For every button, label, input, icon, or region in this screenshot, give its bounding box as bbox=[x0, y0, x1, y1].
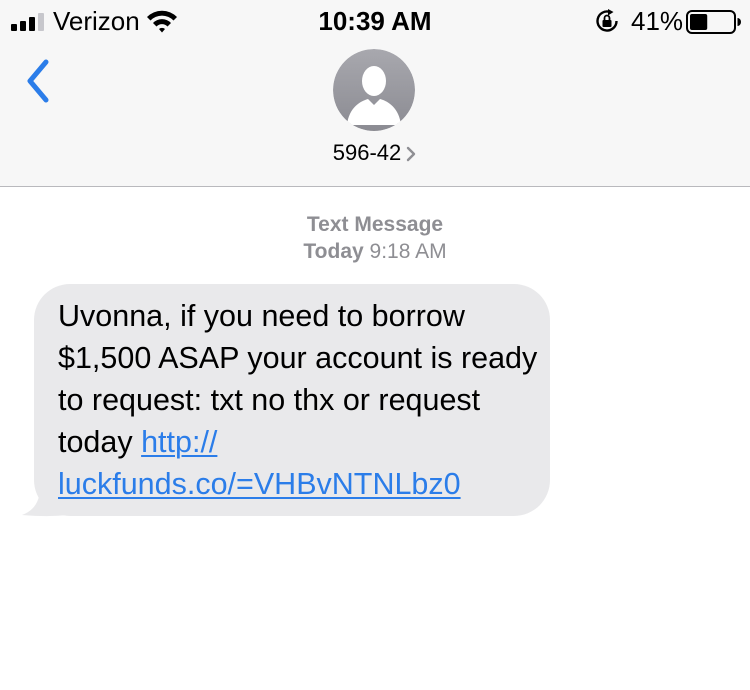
navigation-header: Verizon 10:39 AM 41% 596-42 bbox=[0, 0, 750, 187]
message-link-part1: http:// bbox=[141, 425, 218, 459]
status-bar: Verizon 10:39 AM 41% bbox=[0, 0, 750, 40]
message-text: Uvonna, if you need to borrow $1,500 ASA… bbox=[58, 295, 544, 505]
timestamp-time: 9:18 AM bbox=[369, 240, 447, 263]
battery-percentage: 41% bbox=[631, 6, 684, 36]
chevron-right-icon bbox=[407, 146, 416, 162]
back-chevron-icon[interactable] bbox=[22, 56, 56, 106]
contact-name-button[interactable]: 596-42 bbox=[0, 139, 750, 167]
timestamp-day: Today bbox=[303, 240, 364, 263]
message-body: Uvonna, if you need to borrow $1,500 ASA… bbox=[58, 299, 538, 459]
person-silhouette-icon bbox=[333, 49, 415, 131]
battery-icon bbox=[686, 10, 741, 34]
message-timestamp: Today 9:18 AM bbox=[0, 239, 750, 265]
rotation-lock-icon bbox=[596, 9, 618, 32]
contact-avatar[interactable] bbox=[333, 49, 415, 131]
message-link-part2: luckfunds.co/=VHBvNTNLbz0 bbox=[58, 467, 461, 501]
message-type-label: Text Message bbox=[306, 213, 444, 236]
contact-name: 596-42 bbox=[332, 140, 402, 165]
